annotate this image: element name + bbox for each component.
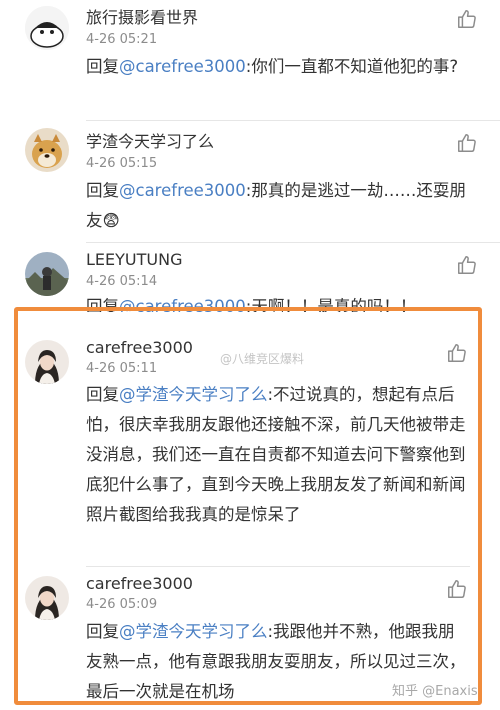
- reply-prefix: 回复: [86, 297, 119, 312]
- watermark-text: 知乎 @Enaxis: [392, 684, 478, 699]
- comment-author[interactable]: LEEYUTUNG: [86, 250, 182, 270]
- watermark-text: @八维竞区爆料: [220, 352, 305, 366]
- reply-prefix: 回复: [86, 385, 119, 404]
- avatar[interactable]: [25, 252, 69, 296]
- mention-link[interactable]: @学渣今天学习了么: [119, 622, 268, 641]
- mention-link[interactable]: @学渣今天学习了么: [119, 385, 268, 404]
- zhihu-watermark: 知乎 @Enaxis: [392, 680, 478, 699]
- mention-link[interactable]: @carefree3000: [119, 57, 246, 76]
- comment-body: 回复@学渣今天学习了么:不过说真的，想起有点后怕，很庆幸我朋友跟他还接触不深，前…: [86, 380, 466, 530]
- reply-prefix: 回复: [86, 181, 119, 200]
- comment-text: :天啊！！是真的吗！！: [245, 297, 417, 312]
- thumbs-up-icon[interactable]: [456, 254, 478, 276]
- weibo-watermark: @八维竞区爆料: [220, 350, 304, 367]
- comment-author[interactable]: 旅行摄影看世界: [86, 8, 198, 28]
- avatar[interactable]: [25, 6, 69, 50]
- avatar[interactable]: [25, 576, 69, 620]
- comment-author[interactable]: carefree3000: [86, 338, 193, 358]
- thumbs-up-icon[interactable]: [446, 342, 468, 364]
- comment-time: 4-26 05:15: [86, 156, 158, 171]
- comment-text: :你们一直都不知道他犯的事?: [245, 57, 459, 76]
- comment-time: 4-26 05:21: [86, 32, 158, 47]
- comment-time: 4-26 05:09: [86, 597, 158, 612]
- divider: [86, 120, 500, 121]
- thumbs-up-icon[interactable]: [456, 132, 478, 154]
- comment-author[interactable]: 学渣今天学习了么: [86, 132, 214, 152]
- mention-link[interactable]: @carefree3000: [119, 181, 246, 200]
- avatar[interactable]: [25, 128, 69, 172]
- comment-time: 4-26 05:11: [86, 361, 158, 376]
- comment-text: :不过说真的，想起有点后怕，很庆幸我朋友跟他还接触不深，前几天他被带走没消息，我…: [86, 385, 466, 524]
- divider: [86, 242, 500, 243]
- comment-time: 4-26 05:14: [86, 274, 158, 289]
- comment-body: 回复@carefree3000:天啊！！是真的吗！！: [86, 292, 471, 312]
- comment-body: 回复@carefree3000:那真的是逃过一劫……还耍朋友😨: [86, 176, 471, 236]
- reply-prefix: 回复: [86, 57, 119, 76]
- comment-author[interactable]: carefree3000: [86, 574, 193, 594]
- thumbs-up-icon[interactable]: [446, 578, 468, 600]
- comment-body: 回复@carefree3000:你们一直都不知道他犯的事?: [86, 52, 471, 82]
- divider: [86, 566, 470, 567]
- mention-link[interactable]: @carefree3000: [119, 297, 246, 312]
- thumbs-up-icon[interactable]: [456, 8, 478, 30]
- avatar[interactable]: [25, 340, 69, 384]
- reply-prefix: 回复: [86, 622, 119, 641]
